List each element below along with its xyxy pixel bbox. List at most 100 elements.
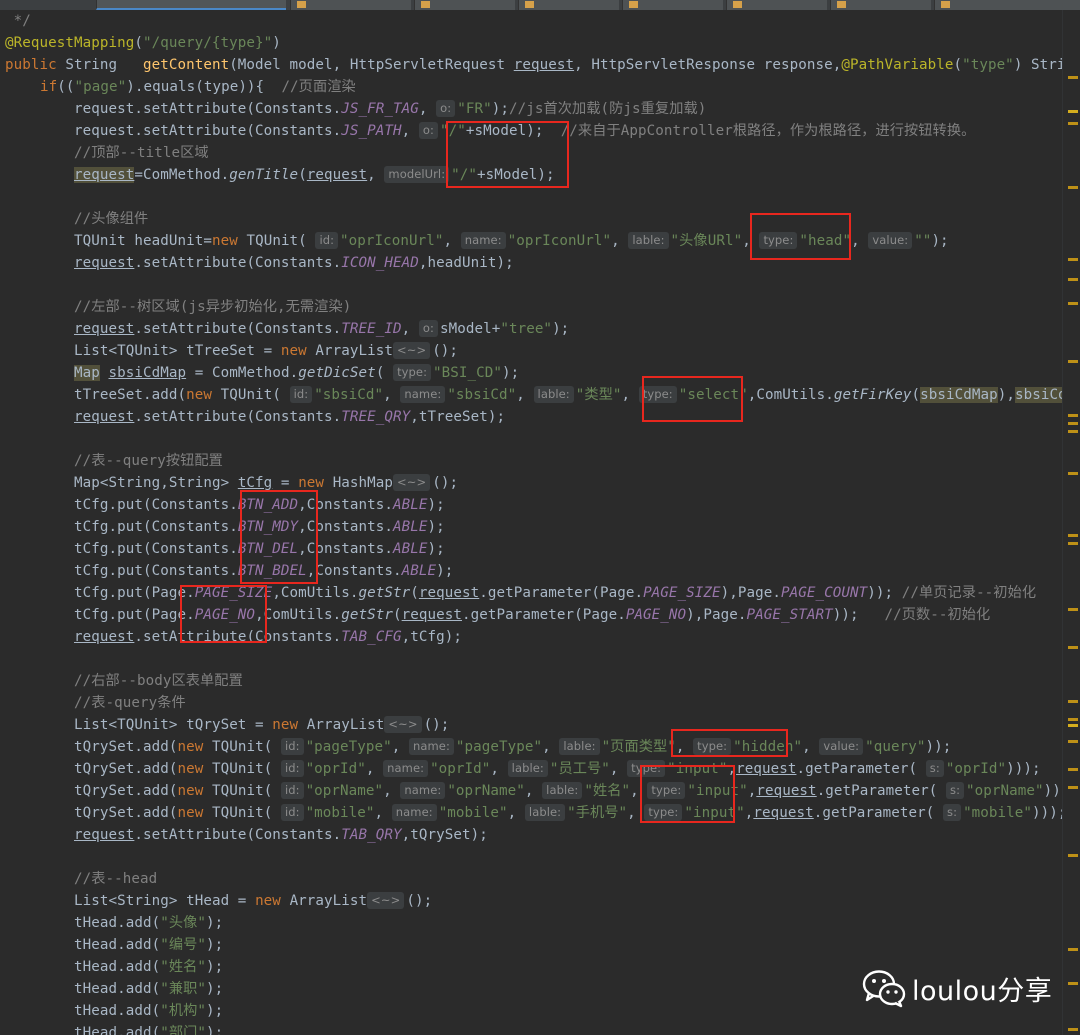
tab-file[interactable] — [518, 0, 619, 10]
code-line[interactable]: tQrySet.add(new TQUnit( id: "mobile", nam… — [74, 802, 1062, 824]
warning-marker[interactable] — [1068, 472, 1078, 475]
code-line[interactable]: tTreeSet.add(new TQUnit( id: "sbsiCd", na… — [74, 384, 1062, 406]
code-line[interactable]: //表-query条件 — [74, 692, 186, 714]
warning-marker[interactable] — [1068, 948, 1078, 951]
code-line[interactable]: tQrySet.add(new TQUnit( id: "pageType", n… — [74, 736, 951, 758]
code-token: ,ComUtils. — [272, 585, 359, 601]
warning-marker[interactable] — [1068, 278, 1078, 281]
parameter-hint: id: — [289, 386, 313, 403]
code-line[interactable]: tQrySet.add(new TQUnit( id: "oprId", name… — [74, 758, 1041, 780]
code-line[interactable]: request.setAttribute(Constants.TREE_ID, … — [74, 318, 569, 340]
code-token: tHead.add( — [74, 981, 161, 997]
warning-marker[interactable] — [1068, 76, 1078, 79]
code-line[interactable]: */ — [5, 10, 31, 32]
code-line[interactable]: request.setAttribute(Constants.JS_FR_TAG… — [74, 98, 706, 120]
warning-marker[interactable] — [1068, 718, 1078, 721]
warning-marker[interactable] — [1068, 740, 1078, 743]
warning-marker[interactable] — [1068, 302, 1078, 305]
tab-active-file[interactable] — [96, 0, 286, 10]
warning-marker[interactable] — [1068, 430, 1078, 433]
code-token: (); — [432, 475, 459, 491]
code-line[interactable]: if(("page").equals(type)){ //页面渲染 — [40, 76, 356, 98]
code-token: PAGE_START — [746, 607, 833, 623]
code-line[interactable]: tHead.add("部门"); — [74, 1022, 223, 1035]
warning-marker[interactable] — [1068, 534, 1078, 537]
warning-marker[interactable] — [1068, 186, 1078, 189]
code-token: new — [177, 805, 212, 821]
code-token: PAGE_SIZE — [643, 585, 721, 601]
tab-file[interactable] — [414, 0, 515, 10]
code-line[interactable]: tQrySet.add(new TQUnit( id: "oprName", na… — [74, 780, 1062, 802]
code-token: ,headUnit); — [418, 255, 514, 271]
tab-file[interactable] — [830, 0, 931, 10]
code-token: @PathVariable — [841, 57, 954, 73]
tab-file[interactable] — [290, 0, 411, 10]
warning-marker[interactable] — [1068, 768, 1078, 771]
code-line[interactable]: tHead.add("头像"); — [74, 912, 223, 934]
code-token: tQrySet.add( — [74, 783, 178, 799]
code-line[interactable]: Map sbsiCdMap = ComMethod.getDicSet( typ… — [74, 362, 519, 384]
code-token: TQUnit headUnit= — [74, 233, 212, 249]
error-stripe-gutter[interactable] — [1062, 10, 1080, 1035]
code-token: ))); — [1043, 783, 1062, 799]
code-token: "sbsiCd" — [314, 387, 384, 403]
code-token: )); — [925, 739, 952, 755]
code-line[interactable]: public String getContent(Model model, Ht… — [5, 54, 1062, 76]
code-line[interactable]: tHead.add("编号"); — [74, 934, 223, 956]
code-line[interactable]: @RequestMapping("/query/{type}") — [5, 32, 281, 54]
code-line[interactable]: tHead.add("兼职"); — [74, 978, 223, 1000]
tab-file[interactable] — [726, 0, 827, 10]
code-line[interactable]: List<String> tHead = new ArrayList <~> (); — [74, 890, 432, 912]
warning-marker[interactable] — [1068, 724, 1078, 727]
code-line[interactable]: request.setAttribute(Constants.TAB_CFG,t… — [74, 626, 462, 648]
code-line[interactable]: tHead.add("姓名"); — [74, 956, 223, 978]
warning-marker[interactable] — [1068, 542, 1078, 545]
code-line[interactable]: tHead.add("机构"); — [74, 1000, 223, 1022]
warning-marker[interactable] — [1068, 854, 1078, 857]
code-token: //表-query条件 — [74, 695, 186, 711]
warning-marker[interactable] — [1068, 414, 1078, 417]
code-line[interactable]: List<TQUnit> tQrySet = new ArrayList <~>(… — [74, 714, 449, 736]
tab-file[interactable] — [934, 0, 1080, 10]
warning-marker[interactable] — [1068, 110, 1078, 113]
warning-marker[interactable] — [1068, 360, 1078, 363]
code-token: ); — [427, 519, 445, 535]
code-token: ArrayList — [306, 717, 385, 733]
warning-marker[interactable] — [1068, 608, 1078, 611]
warning-marker[interactable] — [1068, 786, 1078, 789]
warning-marker[interactable] — [1068, 646, 1078, 649]
code-token: , — [621, 387, 639, 403]
code-line[interactable]: //左部--树区域(js异步初始化,无需渲染) — [74, 296, 351, 318]
code-token: tQrySet.add( — [74, 761, 178, 777]
code-line[interactable]: //表--head — [74, 868, 157, 890]
warning-marker[interactable] — [1068, 122, 1078, 125]
code-token: "oprId" — [945, 761, 1007, 777]
parameter-hint: id: — [280, 738, 304, 755]
code-line[interactable]: request.setAttribute(Constants.TREE_QRY,… — [74, 406, 505, 428]
code-line[interactable]: request.setAttribute(Constants.TAB_QRY,t… — [74, 824, 488, 846]
code-token: new — [298, 475, 333, 491]
warning-marker[interactable] — [1068, 700, 1078, 703]
code-token: =ComMethod. — [134, 167, 230, 183]
java-file-icon — [837, 1, 846, 8]
code-token: .getParameter(Page. — [462, 607, 626, 623]
code-token: request — [513, 57, 575, 73]
code-token: ICON_HEAD — [341, 255, 419, 271]
warning-marker[interactable] — [1068, 982, 1078, 985]
code-token: ABLE — [393, 519, 428, 535]
code-line[interactable]: //右部--body区表单配置 — [74, 670, 243, 692]
code-token: request — [74, 629, 135, 645]
code-token: Map — [74, 365, 100, 381]
code-line[interactable]: //表--query按钮配置 — [74, 450, 223, 472]
code-line[interactable]: //顶部--title区域 — [74, 142, 209, 164]
code-line[interactable]: request.setAttribute(Constants.ICON_HEAD… — [74, 252, 514, 274]
code-token: ))); — [1032, 805, 1062, 821]
code-token: .getParameter( — [813, 805, 944, 821]
tab-file[interactable] — [622, 0, 723, 10]
warning-marker[interactable] — [1068, 422, 1078, 425]
warning-marker[interactable] — [1068, 258, 1078, 261]
code-token: //左部--树区域(js异步初始化,无需渲染) — [74, 299, 352, 315]
code-line[interactable]: //头像组件 — [74, 208, 148, 230]
code-line[interactable]: List<TQUnit> tTreeSet = new ArrayList <~>… — [74, 340, 458, 362]
warning-marker[interactable] — [1068, 1028, 1078, 1031]
